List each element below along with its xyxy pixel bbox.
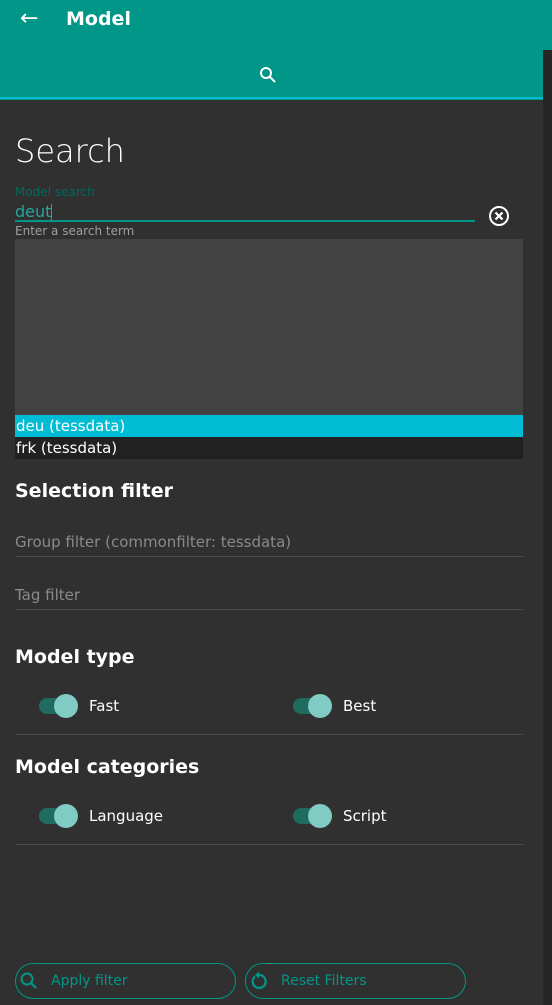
toggle-language[interactable]: Language (39, 804, 164, 828)
toggle-label: Script (343, 807, 387, 825)
search-helper-text: Enter a search term (15, 224, 135, 238)
toggle-script[interactable]: Script (293, 804, 387, 828)
search-icon (260, 67, 276, 83)
reset-filters-button[interactable]: Reset Filters (245, 963, 466, 999)
apply-filter-button[interactable]: Apply filter (15, 963, 236, 999)
toggle-label: Fast (89, 697, 120, 715)
tab-indicator (0, 97, 543, 99)
group-filter-input[interactable]: Group filter (commonfilter: tessdata) (15, 533, 523, 557)
tag-filter-input[interactable]: Tag filter (15, 586, 523, 610)
page-title: Model (66, 8, 131, 30)
model-search-input[interactable]: deut (15, 202, 475, 222)
model-categories-heading: Model categories (15, 756, 200, 778)
selection-filter-heading: Selection filter (15, 480, 173, 502)
back-button[interactable]: ← (20, 6, 38, 31)
clear-icon[interactable] (488, 205, 510, 227)
scrollbar[interactable] (543, 50, 552, 1005)
app-bar: ← Model (0, 0, 552, 100)
search-heading: Search (15, 132, 125, 170)
model-search-label: Model search (15, 185, 95, 199)
suggestion-item[interactable]: deu (tessdata) (15, 415, 523, 437)
suggestion-item[interactable]: frk (tessdata) (15, 437, 523, 459)
toggle-fast[interactable]: Fast (39, 694, 120, 718)
toggle-label: Best (343, 697, 377, 715)
model-type-heading: Model type (15, 646, 135, 668)
toggle-best[interactable]: Best (293, 694, 377, 718)
toggle-label: Language (89, 807, 164, 825)
search-suggestions: deu (tessdata) frk (tessdata) (15, 239, 523, 459)
divider (15, 844, 523, 845)
reset-icon (251, 971, 267, 990)
tab-search[interactable] (0, 50, 543, 100)
divider (15, 734, 523, 735)
search-icon (20, 972, 37, 989)
